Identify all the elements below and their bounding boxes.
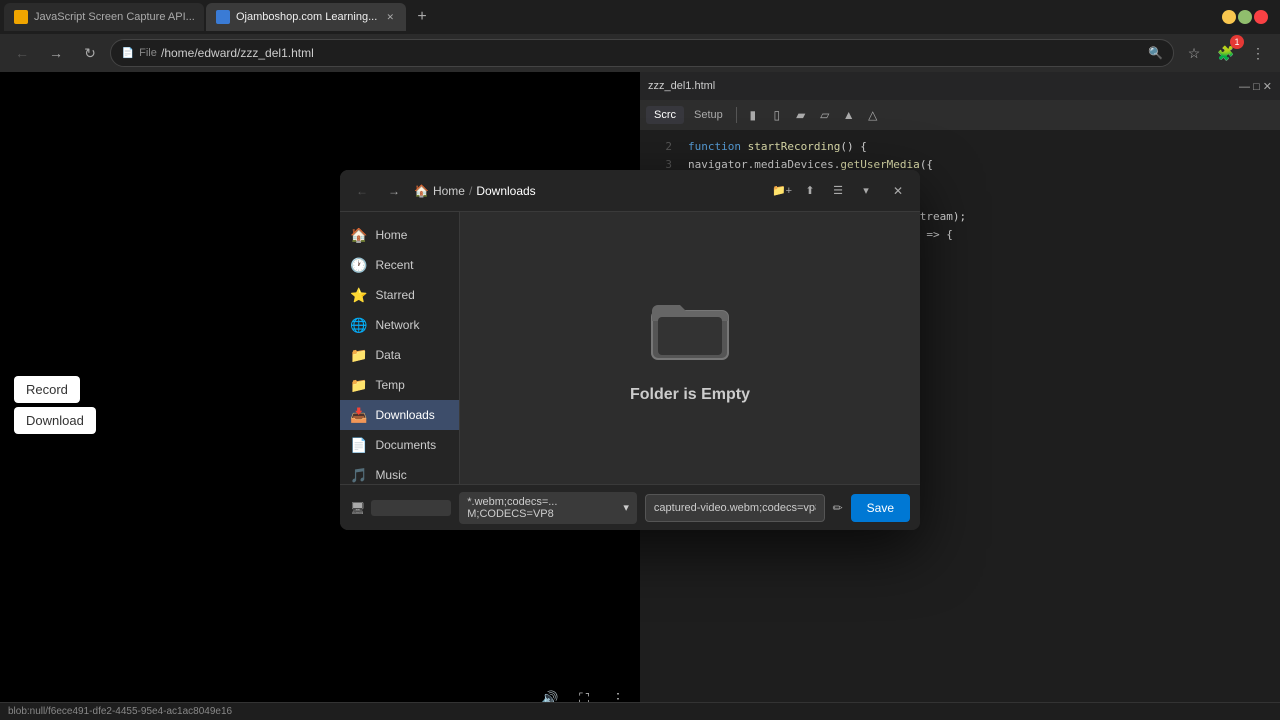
sidebar-item-starred[interactable]: ⭐ Starred — [340, 280, 459, 310]
downloads-sidebar-icon: 📥 — [350, 407, 367, 424]
file-name-input[interactable] — [645, 494, 825, 522]
sidebar-starred-label: Starred — [375, 288, 414, 302]
sidebar-documents-label: Documents — [375, 438, 436, 452]
home-icon: 🏠 — [414, 184, 429, 198]
sidebar-item-network[interactable]: 🌐 Network — [340, 310, 459, 340]
sidebar-music-label: Music — [375, 468, 406, 482]
file-dialog: ← → 🏠 Home / Downloads 📁+ ⬆ ☰ ▾ ✕ — [340, 170, 920, 530]
dialog-body: 🏠 Home 🕐 Recent ⭐ Starred 🌐 Network 📁 — [340, 212, 920, 484]
dialog-toolbar-actions: 📁+ ⬆ ☰ ▾ — [770, 179, 878, 203]
documents-sidebar-icon: 📄 — [350, 437, 367, 454]
dialog-main: Folder is Empty — [460, 212, 920, 484]
location-icon: 🖥 — [350, 501, 365, 515]
sidebar-item-recent[interactable]: 🕐 Recent — [340, 250, 459, 280]
file-type-text: *.webm;codecs=... M;CODECS=VP8 — [467, 496, 619, 520]
sidebar-item-documents[interactable]: 📄 Documents — [340, 430, 459, 460]
network-sidebar-icon: 🌐 — [350, 317, 367, 334]
dialog-header: ← → 🏠 Home / Downloads 📁+ ⬆ ☰ ▾ ✕ — [340, 170, 920, 212]
dialog-close-button[interactable]: ✕ — [886, 179, 910, 203]
dialog-back-button[interactable]: ← — [350, 179, 374, 203]
breadcrumb-current-label: Downloads — [476, 184, 535, 198]
footer-location-label — [371, 500, 451, 516]
breadcrumb-separator: / — [469, 184, 472, 198]
dialog-footer: 🖥 *.webm;codecs=... M;CODECS=VP8 ▾ ✏ Sav… — [340, 484, 920, 530]
recent-sidebar-icon: 🕐 — [350, 257, 367, 274]
upload-button[interactable]: ⬆ — [798, 179, 822, 203]
view-toggle-button[interactable]: ☰ — [826, 179, 850, 203]
new-folder-button[interactable]: 📁+ — [770, 179, 794, 203]
file-type-selector[interactable]: *.webm;codecs=... M;CODECS=VP8 ▾ — [459, 492, 637, 524]
data-sidebar-icon: 📁 — [350, 347, 367, 364]
sidebar-item-temp[interactable]: 📁 Temp — [340, 370, 459, 400]
sidebar-home-label: Home — [375, 228, 407, 242]
sidebar-data-label: Data — [375, 348, 400, 362]
sidebar-downloads-label: Downloads — [375, 408, 434, 422]
sidebar-item-downloads[interactable]: 📥 Downloads — [340, 400, 459, 430]
file-type-arrow: ▾ — [623, 501, 629, 514]
sidebar-temp-label: Temp — [375, 378, 404, 392]
dialog-sidebar: 🏠 Home 🕐 Recent ⭐ Starred 🌐 Network 📁 — [340, 212, 460, 484]
music-sidebar-icon: 🎵 — [350, 467, 367, 484]
sidebar-item-music[interactable]: 🎵 Music — [340, 460, 459, 484]
sidebar-recent-label: Recent — [375, 258, 413, 272]
temp-sidebar-icon: 📁 — [350, 377, 367, 394]
empty-folder-text: Folder is Empty — [630, 386, 750, 404]
sidebar-item-data[interactable]: 📁 Data — [340, 340, 459, 370]
sort-button[interactable]: ▾ — [854, 179, 878, 203]
empty-folder-icon — [650, 293, 730, 374]
breadcrumb-home[interactable]: 🏠 Home — [414, 184, 465, 198]
dialog-overlay: ← → 🏠 Home / Downloads 📁+ ⬆ ☰ ▾ ✕ — [0, 0, 1280, 720]
dialog-forward-button[interactable]: → — [382, 179, 406, 203]
sidebar-network-label: Network — [375, 318, 419, 332]
breadcrumb-home-label: Home — [433, 184, 465, 198]
sidebar-item-home[interactable]: 🏠 Home — [340, 220, 459, 250]
save-button[interactable]: Save — [851, 494, 910, 522]
home-sidebar-icon: 🏠 — [350, 227, 367, 244]
starred-sidebar-icon: ⭐ — [350, 287, 367, 304]
breadcrumb: 🏠 Home / Downloads — [414, 184, 762, 198]
footer-location: 🖥 — [350, 500, 451, 516]
edit-filename-icon[interactable]: ✏ — [833, 501, 843, 515]
